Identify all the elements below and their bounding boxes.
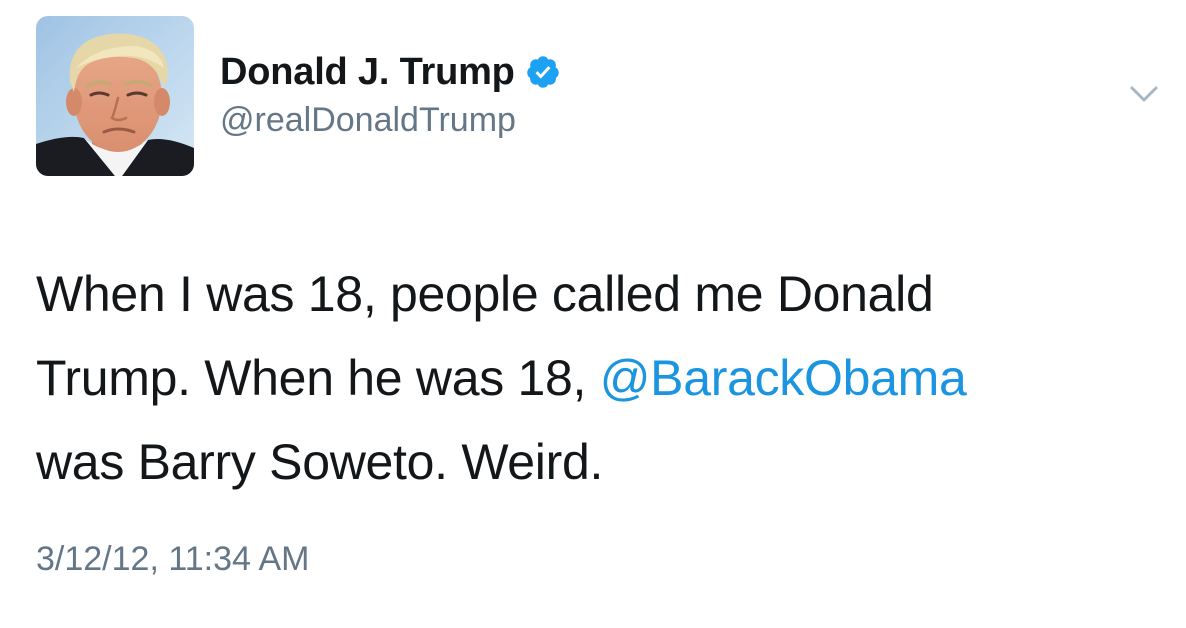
author-display-name[interactable]: Donald J. Trump — [220, 51, 515, 94]
tweet-card: Donald J. Trump @realDonaldTrump When I … — [0, 0, 1186, 628]
tweet-text-segment: Trump. When he was 18, — [36, 350, 600, 406]
author-avatar[interactable] — [36, 16, 194, 176]
tweet-text-line: was Barry Soweto. Weird. — [36, 434, 604, 490]
profile-photo-icon — [36, 16, 194, 176]
verified-badge-icon — [525, 54, 561, 90]
tweet-text-line: Trump. When he was 18, @BarackObama — [36, 336, 1156, 420]
chevron-down-icon[interactable] — [1128, 82, 1160, 106]
author-handle[interactable]: @realDonaldTrump — [220, 101, 516, 140]
author-name-row[interactable]: Donald J. Trump — [220, 44, 561, 100]
tweet-timestamp[interactable]: 3/12/12, 11:34 AM — [36, 540, 309, 579]
tweet-text-line: When I was 18, people called me Donald — [36, 266, 934, 322]
tweet-text: When I was 18, people called me Donald T… — [36, 252, 1156, 504]
mention-link[interactable]: @BarackObama — [600, 350, 967, 406]
